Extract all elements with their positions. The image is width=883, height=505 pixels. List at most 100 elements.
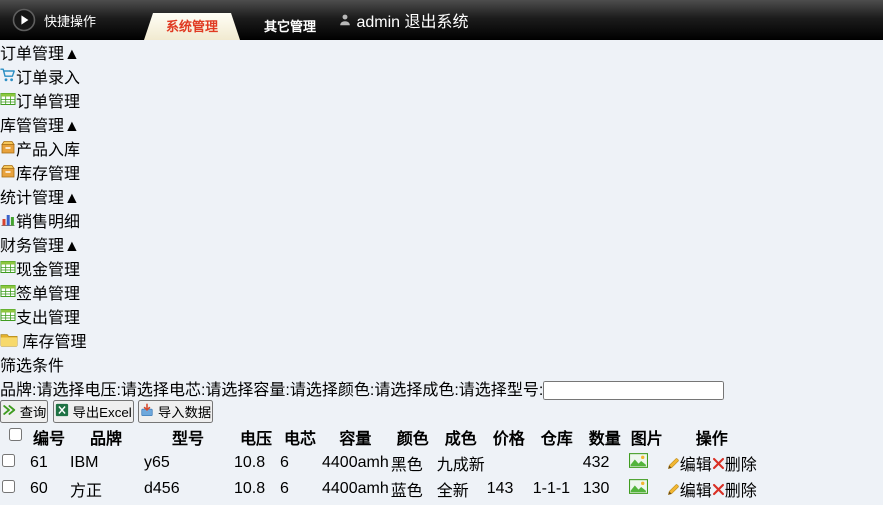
thumbnail-icon[interactable] <box>629 453 648 468</box>
sidebar-section-title: 订单管理 <box>0 46 64 63</box>
cell-condition: 全新 <box>437 477 485 501</box>
sidebar-section-header-1[interactable]: 库管管理▲ <box>0 112 883 136</box>
filter-select-2[interactable]: 请选择 <box>205 382 253 399</box>
cell-price: 143 <box>487 477 531 501</box>
box-icon <box>0 163 16 179</box>
row-checkbox-cell <box>2 451 28 475</box>
sidebar-section-header-3[interactable]: 财务管理▲ <box>0 232 883 256</box>
filter-select-5[interactable]: 请选择 <box>459 382 507 399</box>
query-button-label: 查询 <box>20 405 47 420</box>
cell-voltage: 10.8 <box>234 451 278 475</box>
main-tabs: 系统管理其它管理 <box>144 0 338 40</box>
cell-id: 60 <box>30 477 68 501</box>
select-all-checkbox[interactable] <box>9 428 22 441</box>
username[interactable]: admin <box>356 14 400 31</box>
quick-actions[interactable]: 快捷操作 <box>0 8 134 32</box>
delete-link[interactable]: 删除 <box>712 483 757 500</box>
grid-icon <box>0 259 16 275</box>
sidebar-section-title: 财务管理 <box>0 238 64 255</box>
sidebar-section-header-2[interactable]: 统计管理▲ <box>0 184 883 208</box>
row-checkbox[interactable] <box>2 480 15 493</box>
row-checkbox-cell <box>2 477 28 501</box>
chart-icon <box>0 211 16 227</box>
row-checkbox[interactable] <box>2 454 15 467</box>
sidebar-item-label: 库存管理 <box>16 166 80 183</box>
filter-title: 筛选条件 <box>0 352 883 376</box>
sidebar-item-label: 产品入库 <box>16 142 80 159</box>
sidebar-group-2: 销售明细 <box>0 208 883 232</box>
filter-select-value: 请选择 <box>36 382 84 399</box>
cell-condition: 九成新 <box>437 451 485 475</box>
sidebar-item[interactable]: 现金管理 <box>0 256 883 280</box>
folder-icon <box>0 332 18 347</box>
sidebar-item[interactable]: 产品入库 <box>0 136 883 160</box>
filter-select-1[interactable]: 请选择 <box>121 382 169 399</box>
edit-icon <box>667 457 680 470</box>
edit-link[interactable]: 编辑 <box>667 483 712 500</box>
filter-label-0: 品牌: <box>0 382 36 399</box>
query-icon <box>2 403 16 417</box>
cell-brand: 方正 <box>70 477 142 501</box>
import-icon <box>140 403 154 417</box>
user-icon <box>338 13 352 27</box>
filter-select-value: 请选择 <box>290 382 338 399</box>
cell-capacity: 4400amh <box>322 451 389 475</box>
sidebar-item[interactable]: 签单管理 <box>0 280 883 304</box>
column-header: 操作 <box>667 425 757 449</box>
collapse-arrow-icon: ▲ <box>64 118 80 135</box>
filter-label-2: 电芯: <box>169 382 205 399</box>
sidebar-section-header-0[interactable]: 订单管理▲ <box>0 40 883 64</box>
cart-icon <box>0 67 16 83</box>
topbar: 快捷操作 系统管理其它管理 admin 退出系统 <box>0 0 883 40</box>
sidebar-item-label: 现金管理 <box>16 262 80 279</box>
box-icon <box>0 139 16 155</box>
filter-select-0[interactable]: 请选择 <box>36 382 84 399</box>
sidebar-item[interactable]: 订单管理 <box>0 88 883 112</box>
filter-select-3[interactable]: 请选择 <box>290 382 338 399</box>
sidebar: 订单管理▲订单录入订单管理库管管理▲产品入库库存管理统计管理▲销售明细财务管理▲… <box>0 40 883 328</box>
cell-warehouse <box>533 451 581 475</box>
grid-icon <box>0 91 16 107</box>
sidebar-section-title: 库管管理 <box>0 118 64 135</box>
sidebar-item[interactable]: 销售明细 <box>0 208 883 232</box>
app-logo-icon <box>12 8 36 32</box>
edit-link[interactable]: 编辑 <box>667 457 712 474</box>
select-all-header-cell <box>2 425 28 449</box>
tab-other-mgmt[interactable]: 其它管理 <box>242 13 338 40</box>
delete-link[interactable]: 删除 <box>712 457 757 474</box>
filter-row: 品牌:请选择电压:请选择电芯:请选择容量:请选择颜色:请选择成色:请选择型号: <box>0 376 883 400</box>
toolbar: 查询 导出Excel 导入数据 <box>0 400 883 423</box>
sidebar-item-label: 支出管理 <box>16 310 80 327</box>
filter-select-value: 请选择 <box>205 382 253 399</box>
column-header: 价格 <box>487 425 531 449</box>
cell-price <box>487 451 531 475</box>
sidebar-group-0: 订单录入订单管理 <box>0 64 883 112</box>
column-header: 仓库 <box>533 425 581 449</box>
query-button[interactable]: 查询 <box>0 400 48 423</box>
column-header: 电芯 <box>280 425 320 449</box>
cell-operations: 编辑删除 <box>667 477 757 501</box>
sidebar-item[interactable]: 订单录入 <box>0 64 883 88</box>
export-excel-button[interactable]: 导出Excel <box>53 400 134 423</box>
logout-link[interactable]: 退出系统 <box>405 14 469 31</box>
content-area: 订单管理▲订单录入订单管理库管管理▲产品入库库存管理统计管理▲销售明细财务管理▲… <box>0 40 883 505</box>
sidebar-item[interactable]: 库存管理 <box>0 160 883 184</box>
page-title: 库存管理 <box>22 334 86 351</box>
cell-warehouse: 1-1-1 <box>533 477 581 501</box>
import-data-button[interactable]: 导入数据 <box>138 400 213 423</box>
model-input[interactable] <box>543 381 724 400</box>
sidebar-item[interactable]: 支出管理 <box>0 304 883 328</box>
thumbnail-icon[interactable] <box>629 479 648 494</box>
column-header: 图片 <box>629 425 665 449</box>
column-header: 型号 <box>144 425 232 449</box>
column-header: 品牌 <box>70 425 142 449</box>
filter-select-4[interactable]: 请选择 <box>374 382 422 399</box>
grid-icon <box>0 307 16 323</box>
filter-label-5: 成色: <box>422 382 458 399</box>
filter-select-value: 请选择 <box>459 382 507 399</box>
sidebar-item-label: 订单录入 <box>16 70 80 87</box>
app-window: 快捷操作 系统管理其它管理 admin 退出系统 订单管理▲订单录入订单管理库管… <box>0 0 883 505</box>
sidebar-group-1: 产品入库库存管理 <box>0 136 883 184</box>
cell-image <box>629 477 665 501</box>
tab-system-mgmt[interactable]: 系统管理 <box>144 13 240 40</box>
